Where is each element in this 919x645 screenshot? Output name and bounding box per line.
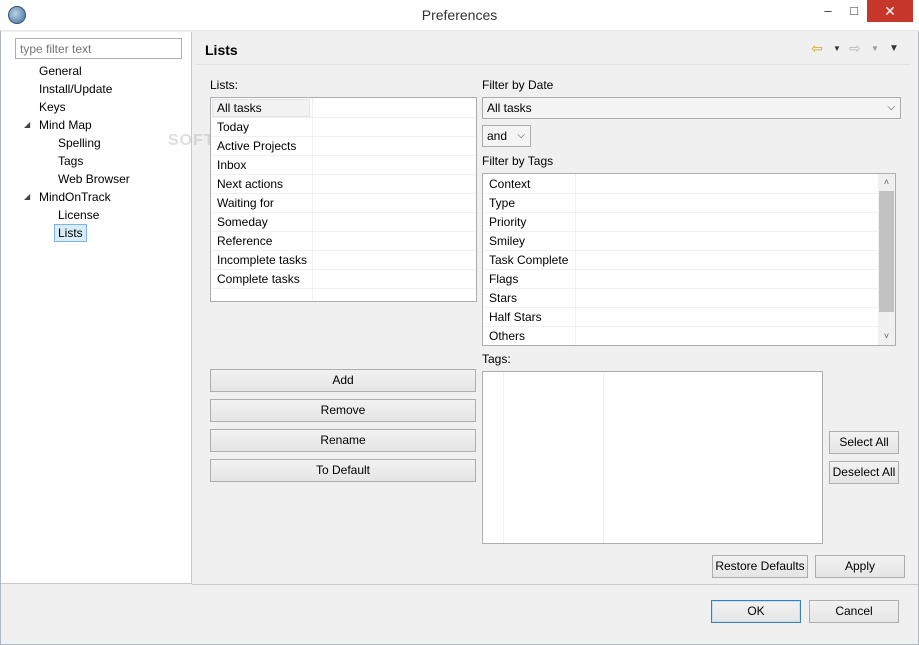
add-button[interactable]: Add bbox=[210, 369, 476, 392]
select-all-button[interactable]: Select All bbox=[829, 431, 899, 454]
tree-item-general[interactable]: General bbox=[39, 62, 82, 80]
tree-item-license[interactable]: License bbox=[58, 206, 99, 224]
tree-item-lists[interactable]: Lists bbox=[54, 224, 87, 242]
tag-category-row[interactable]: Type bbox=[483, 194, 895, 213]
list-row[interactable]: Active Projects bbox=[211, 137, 476, 156]
column-divider bbox=[603, 372, 604, 543]
operator-value: and bbox=[487, 129, 508, 143]
window-title: Preferences bbox=[421, 7, 498, 23]
header-divider bbox=[195, 64, 910, 65]
forward-arrow-icon[interactable]: ⇨ bbox=[849, 40, 861, 57]
deselect-all-button[interactable]: Deselect All bbox=[829, 461, 899, 484]
tree-item-spelling[interactable]: Spelling bbox=[58, 134, 101, 152]
back-dropdown-icon[interactable]: ▼ bbox=[833, 44, 841, 53]
tree-item-install-update[interactable]: Install/Update bbox=[39, 80, 112, 98]
tag-category-row[interactable]: Smiley bbox=[483, 232, 895, 251]
operator-select[interactable]: and ⌵ bbox=[482, 125, 531, 147]
scroll-thumb[interactable] bbox=[879, 191, 894, 312]
tag-category-row[interactable]: Context bbox=[483, 175, 895, 194]
list-row[interactable]: Inbox bbox=[211, 156, 476, 175]
expand-toggle-icon[interactable]: ◢ bbox=[24, 120, 30, 129]
column-divider bbox=[503, 372, 504, 543]
tag-category-row[interactable]: Flags bbox=[483, 270, 895, 289]
filter-by-tags-label: Filter by Tags bbox=[482, 154, 554, 168]
rename-button[interactable]: Rename bbox=[210, 429, 476, 452]
footer-divider bbox=[192, 584, 918, 585]
tree-item-tags[interactable]: Tags bbox=[58, 152, 83, 170]
list-row[interactable]: Today bbox=[211, 118, 476, 137]
lists-label: Lists: bbox=[210, 78, 239, 92]
tag-category-row[interactable]: Task Complete bbox=[483, 251, 895, 270]
chevron-down-icon: ⌵ bbox=[517, 130, 525, 141]
cancel-button[interactable]: Cancel bbox=[809, 600, 899, 623]
filter-input[interactable] bbox=[15, 38, 182, 59]
tag-category-row[interactable]: Others bbox=[483, 327, 895, 345]
lists-table[interactable]: All tasks Today Active Projects Inbox Next a… bbox=[210, 97, 477, 302]
scroll-up-icon[interactable]: ˄ bbox=[878, 174, 895, 191]
filter-by-date-label: Filter by Date bbox=[482, 78, 554, 92]
list-row[interactable]: Complete tasks bbox=[211, 270, 476, 289]
tags-table[interactable] bbox=[482, 371, 823, 544]
list-row[interactable]: Reference bbox=[211, 232, 476, 251]
ok-button[interactable]: OK bbox=[711, 600, 801, 623]
view-menu-icon[interactable]: ▼ bbox=[889, 43, 899, 54]
maximize-button[interactable]: □ bbox=[841, 0, 867, 22]
tags-label: Tags: bbox=[482, 352, 511, 366]
tag-category-row[interactable]: Stars bbox=[483, 289, 895, 308]
tree-item-mind-map[interactable]: Mind Map bbox=[39, 116, 92, 134]
list-row[interactable]: All tasks bbox=[211, 99, 476, 118]
list-row[interactable]: Someday bbox=[211, 213, 476, 232]
page-title: Lists bbox=[205, 42, 238, 58]
minimize-button[interactable]: – bbox=[815, 0, 841, 22]
date-filter-value: All tasks bbox=[487, 101, 532, 115]
to-default-button[interactable]: To Default bbox=[210, 459, 476, 482]
tag-categories-scrollbar[interactable]: ˄ ˅ bbox=[878, 174, 895, 345]
chevron-down-icon: ⌵ bbox=[887, 102, 895, 113]
scroll-down-icon[interactable]: ˅ bbox=[878, 328, 895, 345]
list-row[interactable]: Incomplete tasks bbox=[211, 251, 476, 270]
tree-item-mindontrack[interactable]: MindOnTrack bbox=[39, 188, 111, 206]
tree-item-web-browser[interactable]: Web Browser bbox=[58, 170, 130, 188]
restore-defaults-button[interactable]: Restore Defaults bbox=[712, 555, 808, 578]
tag-categories-table[interactable]: Context Type Priority Smiley Task Complete Fl… bbox=[482, 173, 896, 346]
forward-dropdown-icon[interactable]: ▼ bbox=[871, 44, 879, 53]
list-row[interactable]: Waiting for bbox=[211, 194, 476, 213]
back-arrow-icon[interactable]: ⇦ bbox=[811, 40, 823, 57]
preferences-tree-panel: General Install/Update Keys ◢ Mind Map S… bbox=[1, 32, 192, 584]
tree-item-keys[interactable]: Keys bbox=[39, 98, 66, 116]
title-bar: Preferences – □ ✕ bbox=[0, 0, 919, 31]
expand-toggle-icon[interactable]: ◢ bbox=[24, 192, 30, 201]
apply-button[interactable]: Apply bbox=[815, 555, 905, 578]
close-button[interactable]: ✕ bbox=[867, 0, 913, 22]
tag-category-row[interactable]: Priority bbox=[483, 213, 895, 232]
remove-button[interactable]: Remove bbox=[210, 399, 476, 422]
tag-category-row[interactable]: Half Stars bbox=[483, 308, 895, 327]
date-filter-select[interactable]: All tasks ⌵ bbox=[482, 97, 901, 119]
list-row[interactable]: Next actions bbox=[211, 175, 476, 194]
